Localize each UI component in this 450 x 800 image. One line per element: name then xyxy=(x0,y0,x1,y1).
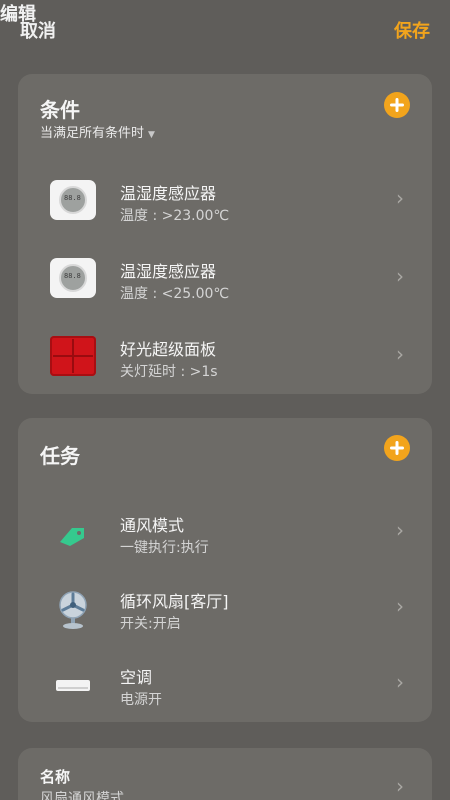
name-value: 风扇通风模式 xyxy=(40,791,124,800)
name-card[interactable]: 名称 风扇通风模式 › xyxy=(18,748,432,800)
air-conditioner-icon xyxy=(50,664,96,708)
add-condition-button[interactable] xyxy=(384,92,410,118)
condition-row[interactable]: 温湿度感应器 温度 : >23.00℃ › xyxy=(18,170,432,240)
task-name: 通风模式 xyxy=(120,516,185,535)
condition-device-name: 温湿度感应器 xyxy=(120,184,217,203)
save-button[interactable]: 保存 xyxy=(394,17,430,43)
chevron-down-icon: ▼ xyxy=(148,130,155,140)
task-detail: 电源开 xyxy=(120,692,162,708)
scene-tag-icon xyxy=(50,512,96,556)
temperature-humidity-sensor-icon xyxy=(50,258,96,302)
red-switch-panel-icon xyxy=(50,336,96,380)
condition-row[interactable]: 温湿度感应器 温度 : <25.00℃ › xyxy=(18,248,432,318)
chevron-right-icon: › xyxy=(396,670,404,694)
fan-icon xyxy=(50,588,96,632)
task-detail: 一键执行:执行 xyxy=(120,540,209,556)
name-label: 名称 xyxy=(40,768,71,786)
chevron-right-icon: › xyxy=(396,264,404,288)
chevron-right-icon: › xyxy=(396,342,404,366)
condition-detail: 温度 : >23.00℃ xyxy=(120,208,230,224)
condition-row[interactable]: 好光超级面板 关灯延时 : >1s › xyxy=(18,326,432,396)
task-row[interactable]: 空调 电源开 › xyxy=(18,654,432,724)
chevron-right-icon: › xyxy=(396,594,404,618)
chevron-right-icon: › xyxy=(396,774,404,798)
temperature-humidity-sensor-icon xyxy=(50,180,96,224)
chevron-right-icon: › xyxy=(396,186,404,210)
task-row[interactable]: 循环风扇[客厅] 开关:开启 › xyxy=(18,578,432,648)
tasks-title: 任务 xyxy=(40,444,80,468)
conditions-card: 条件 当满足所有条件时▼ 温湿度感应器 温度 : >23.00℃ › 温湿度感应… xyxy=(18,74,432,394)
task-name: 循环风扇[客厅] xyxy=(120,592,229,611)
task-row[interactable]: 通风模式 一键执行:执行 › xyxy=(18,502,432,572)
chevron-right-icon: › xyxy=(396,518,404,542)
add-task-button[interactable] xyxy=(384,435,410,461)
top-bar: 取消 编辑 保存 xyxy=(0,0,450,56)
condition-detail: 温度 : <25.00℃ xyxy=(120,286,230,302)
condition-mode-label: 当满足所有条件时 xyxy=(40,126,145,141)
condition-detail: 关灯延时 : >1s xyxy=(120,364,218,380)
task-name: 空调 xyxy=(120,668,153,687)
condition-device-name: 好光超级面板 xyxy=(120,340,217,359)
condition-device-name: 温湿度感应器 xyxy=(120,262,217,281)
task-detail: 开关:开启 xyxy=(120,616,181,632)
condition-mode-selector[interactable]: 当满足所有条件时 ▼ xyxy=(40,122,155,141)
cancel-button[interactable]: 取消 xyxy=(20,17,56,43)
automation-edit-screen: 取消 编辑 保存 条件 当满足所有条件时▼ 温湿度感应器 温度 : >23.00… xyxy=(0,0,450,800)
tasks-card: 任务 通风模式 一键执行:执行 › 循环风扇[客厅] 开关:开启 › 空调 电源… xyxy=(18,418,432,722)
conditions-title: 条件 xyxy=(40,98,80,122)
